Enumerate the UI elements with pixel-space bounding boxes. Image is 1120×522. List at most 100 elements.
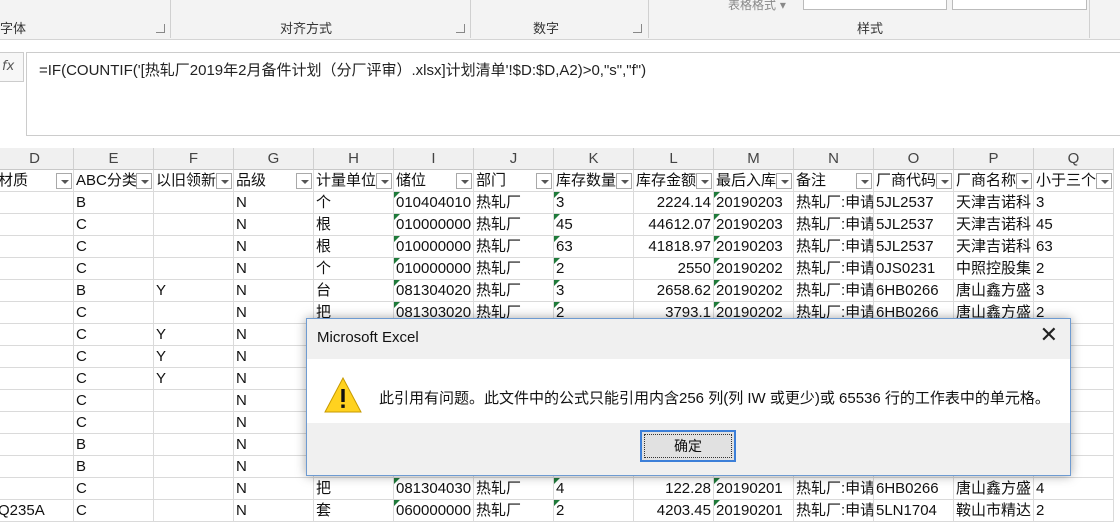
table-cell[interactable]: C xyxy=(74,368,154,390)
table-cell[interactable]: 唐山鑫方盛 xyxy=(954,478,1034,500)
table-cell[interactable]: Q235A xyxy=(0,500,74,522)
header-cell[interactable]: 以旧领新 xyxy=(154,170,234,192)
table-cell[interactable] xyxy=(154,302,234,324)
table-cell[interactable] xyxy=(154,412,234,434)
column-header-q[interactable]: Q xyxy=(1034,148,1114,170)
table-cell[interactable]: 010000000 xyxy=(394,258,474,280)
table-cell[interactable]: 鞍山市精达 xyxy=(954,500,1034,522)
table-cell[interactable]: 唐山鑫方盛 xyxy=(954,280,1034,302)
table-cell[interactable]: 2 xyxy=(554,500,634,522)
table-cell[interactable] xyxy=(0,236,74,258)
column-header-h[interactable]: H xyxy=(314,148,394,170)
table-cell[interactable]: 20190203 xyxy=(714,214,794,236)
table-cell[interactable]: 060000000 xyxy=(394,500,474,522)
table-cell[interactable]: 3 xyxy=(554,280,634,302)
filter-dropdown-icon[interactable] xyxy=(616,173,632,189)
ok-button[interactable]: 确定 xyxy=(640,430,736,462)
header-cell[interactable]: ABC分类 xyxy=(74,170,154,192)
table-cell[interactable]: 2550 xyxy=(634,258,714,280)
filter-dropdown-icon[interactable] xyxy=(936,173,952,189)
table-cell[interactable]: N xyxy=(234,500,314,522)
table-cell[interactable]: 个 xyxy=(314,192,394,214)
filter-dropdown-icon[interactable] xyxy=(536,173,552,189)
table-cell[interactable]: B xyxy=(74,192,154,214)
filter-dropdown-icon[interactable] xyxy=(376,173,392,189)
table-cell[interactable]: N xyxy=(234,412,314,434)
table-cell[interactable]: C xyxy=(74,390,154,412)
column-header-i[interactable]: I xyxy=(394,148,474,170)
table-cell[interactable]: N xyxy=(234,478,314,500)
table-cell[interactable]: N xyxy=(234,192,314,214)
table-cell[interactable]: B xyxy=(74,434,154,456)
filter-dropdown-icon[interactable] xyxy=(776,173,792,189)
table-cell[interactable]: 热轧厂 xyxy=(474,258,554,280)
column-header-e[interactable]: E xyxy=(74,148,154,170)
table-cell[interactable]: 套 xyxy=(314,500,394,522)
table-cell[interactable]: N xyxy=(234,236,314,258)
table-cell[interactable]: C xyxy=(74,346,154,368)
table-cell[interactable]: 热轧厂 xyxy=(474,192,554,214)
table-cell[interactable]: Y xyxy=(154,280,234,302)
table-cell[interactable]: 20190203 xyxy=(714,236,794,258)
table-cell[interactable]: 热轧厂:申请 xyxy=(794,478,874,500)
column-header-p[interactable]: P xyxy=(954,148,1034,170)
table-cell[interactable]: 根 xyxy=(314,236,394,258)
table-cell[interactable]: Y xyxy=(154,346,234,368)
table-cell[interactable]: 010000000 xyxy=(394,214,474,236)
table-cell[interactable]: 63 xyxy=(554,236,634,258)
table-cell[interactable]: N xyxy=(234,434,314,456)
table-cell[interactable] xyxy=(154,478,234,500)
table-cell[interactable]: 3 xyxy=(1034,280,1114,302)
table-cell[interactable]: Y xyxy=(154,324,234,346)
table-cell[interactable]: 20190201 xyxy=(714,500,794,522)
table-cell[interactable]: B xyxy=(74,280,154,302)
table-cell[interactable]: 20190203 xyxy=(714,192,794,214)
table-cell[interactable] xyxy=(154,236,234,258)
table-cell[interactable]: 44612.07 xyxy=(634,214,714,236)
table-cell[interactable]: C xyxy=(74,302,154,324)
table-cell[interactable]: 热轧厂 xyxy=(474,478,554,500)
table-cell[interactable]: 5JL2537 xyxy=(874,192,954,214)
table-cell[interactable]: 4 xyxy=(554,478,634,500)
table-cell[interactable]: 2224.14 xyxy=(634,192,714,214)
alignment-dialog-launcher-icon[interactable] xyxy=(456,24,465,33)
table-cell[interactable] xyxy=(0,346,74,368)
table-cell[interactable]: 热轧厂:申请 xyxy=(794,236,874,258)
table-cell[interactable] xyxy=(0,412,74,434)
table-cell[interactable]: 天津吉诺科 xyxy=(954,214,1034,236)
header-cell[interactable]: 最后入库 xyxy=(714,170,794,192)
column-header-o[interactable]: O xyxy=(874,148,954,170)
table-cell[interactable] xyxy=(0,280,74,302)
filter-dropdown-icon[interactable] xyxy=(56,173,72,189)
header-cell[interactable]: 计量单位 xyxy=(314,170,394,192)
table-cell[interactable]: N xyxy=(234,390,314,412)
header-cell[interactable]: 备注 xyxy=(794,170,874,192)
table-cell[interactable] xyxy=(154,456,234,478)
table-cell[interactable]: N xyxy=(234,214,314,236)
table-cell[interactable]: 20190202 xyxy=(714,280,794,302)
column-header-k[interactable]: K xyxy=(554,148,634,170)
table-cell[interactable]: 3 xyxy=(554,192,634,214)
table-cell[interactable]: 45 xyxy=(1034,214,1114,236)
number-dialog-launcher-icon[interactable] xyxy=(633,24,642,33)
header-cell[interactable]: 材质 xyxy=(0,170,74,192)
header-cell[interactable]: 小于三个 xyxy=(1034,170,1114,192)
table-cell[interactable]: 热轧厂:申请 xyxy=(794,280,874,302)
header-cell[interactable]: 部门 xyxy=(474,170,554,192)
table-cell[interactable]: Y xyxy=(154,368,234,390)
column-header-g[interactable]: G xyxy=(234,148,314,170)
table-cell[interactable]: C xyxy=(74,412,154,434)
table-cell[interactable]: 6HB0266 xyxy=(874,280,954,302)
table-cell[interactable]: C xyxy=(74,500,154,522)
table-cell[interactable]: 081304030 xyxy=(394,478,474,500)
table-cell[interactable]: 热轧厂 xyxy=(474,236,554,258)
table-cell[interactable]: N xyxy=(234,456,314,478)
table-cell[interactable] xyxy=(0,192,74,214)
cell-style-gallery[interactable] xyxy=(803,0,947,10)
header-cell[interactable]: 库存金额 xyxy=(634,170,714,192)
column-header-j[interactable]: J xyxy=(474,148,554,170)
table-cell[interactable] xyxy=(0,368,74,390)
column-header-f[interactable]: F xyxy=(154,148,234,170)
table-cell[interactable]: 热轧厂 xyxy=(474,500,554,522)
table-cell[interactable] xyxy=(154,390,234,412)
